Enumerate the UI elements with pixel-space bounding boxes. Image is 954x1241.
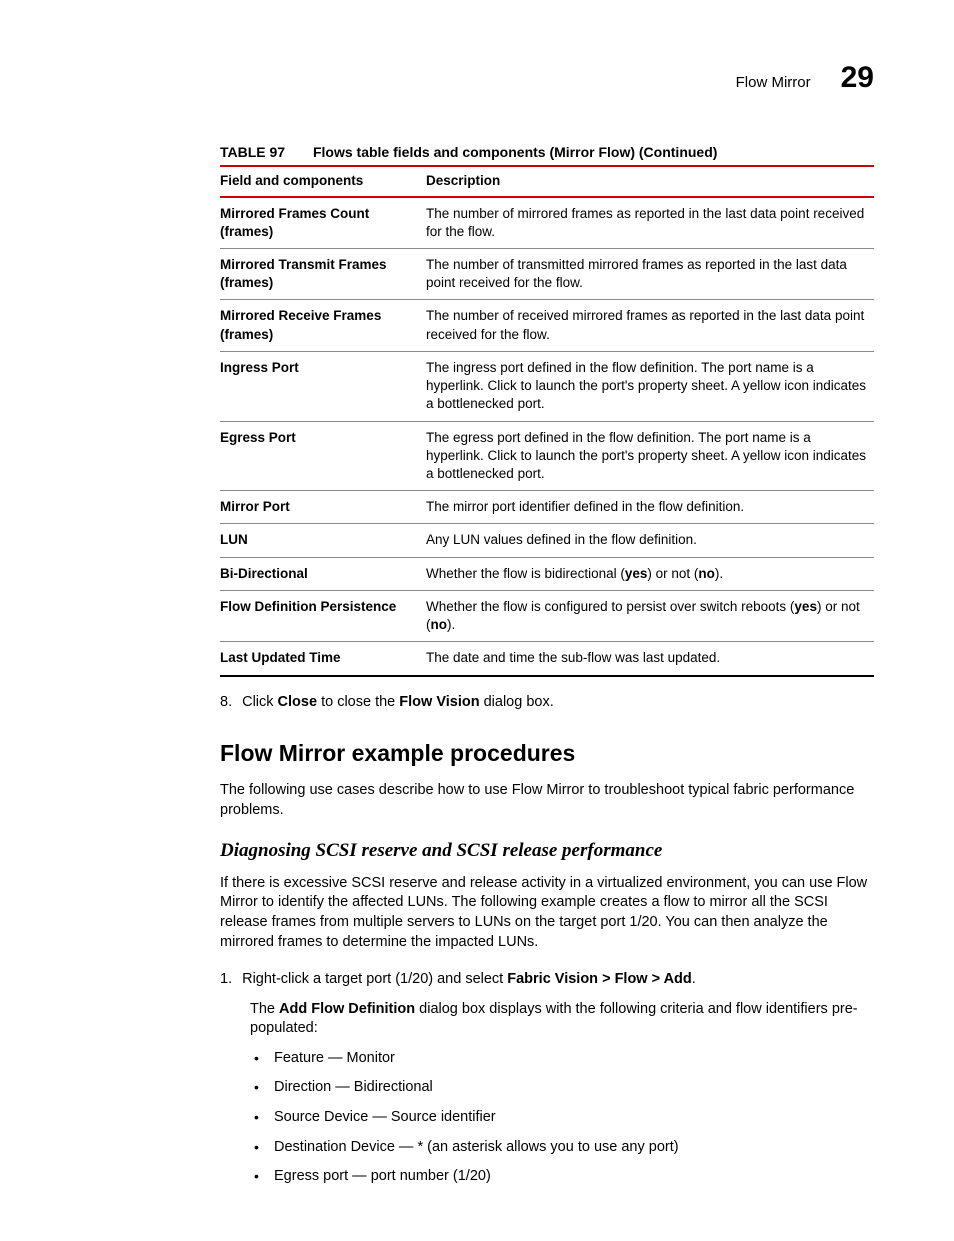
list-item: Direction — Bidirectional — [250, 1078, 874, 1098]
field-cell: Flow Definition Persistence — [220, 590, 426, 641]
field-cell: Last Updated Time — [220, 642, 426, 676]
table-row: LUN Any LUN values defined in the flow d… — [220, 524, 874, 557]
page-header: Flow Mirror 29 — [110, 58, 874, 99]
field-cell: Egress Port — [220, 421, 426, 491]
list-item: Destination Device — * (an asterisk allo… — [250, 1138, 874, 1158]
field-cell: Mirrored Receive Frames (frames) — [220, 300, 426, 351]
desc-cell: The number of mirrored frames as reporte… — [426, 197, 874, 249]
desc-cell: Whether the flow is configured to persis… — [426, 590, 874, 641]
field-cell: LUN — [220, 524, 426, 557]
intro-paragraph: The following use cases describe how to … — [220, 781, 874, 820]
step-8: 8. Click Close to close the Flow Vision … — [220, 693, 874, 713]
field-cell: Mirrored Transmit Frames (frames) — [220, 249, 426, 300]
list-item: Egress port — port number (1/20) — [250, 1167, 874, 1187]
list-item: Source Device — Source identifier — [250, 1108, 874, 1128]
table-row: Mirror Port The mirror port identifier d… — [220, 491, 874, 524]
desc-cell: Any LUN values defined in the flow defin… — [426, 524, 874, 557]
field-cell: Mirrored Frames Count (frames) — [220, 197, 426, 249]
table-row: Mirrored Receive Frames (frames) The num… — [220, 300, 874, 351]
desc-cell: The ingress port defined in the flow def… — [426, 351, 874, 421]
table-row: Egress Port The egress port defined in t… — [220, 421, 874, 491]
table-row: Last Updated Time The date and time the … — [220, 642, 874, 676]
table-97: TABLE 97 Flows table fields and componen… — [220, 143, 874, 677]
step-text: Right-click a target port (1/20) and sel… — [242, 970, 696, 990]
step-text: Click Close to close the Flow Vision dia… — [242, 693, 554, 713]
desc-cell: The egress port defined in the flow defi… — [426, 421, 874, 491]
step-1-body: The Add Flow Definition dialog box displ… — [250, 1000, 874, 1039]
table-row: Ingress Port The ingress port defined in… — [220, 351, 874, 421]
col-field: Field and components — [220, 166, 426, 196]
field-cell: Bi-Directional — [220, 557, 426, 590]
table-row: Mirrored Transmit Frames (frames) The nu… — [220, 249, 874, 300]
desc-cell: Whether the flow is bidirectional (yes) … — [426, 557, 874, 590]
desc-cell: The number of received mirrored frames a… — [426, 300, 874, 351]
table-row: Flow Definition Persistence Whether the … — [220, 590, 874, 641]
table-row: Mirrored Frames Count (frames) The numbe… — [220, 197, 874, 249]
heading-diagnosing-scsi: Diagnosing SCSI reserve and SCSI release… — [220, 838, 874, 864]
header-section-name: Flow Mirror — [736, 73, 811, 93]
table-title: Flows table fields and components (Mirro… — [313, 144, 717, 160]
heading-flow-mirror-examples: Flow Mirror example procedures — [220, 738, 874, 769]
col-description: Description — [426, 166, 874, 196]
header-chapter-number: 29 — [841, 58, 874, 99]
desc-cell: The number of transmitted mirrored frame… — [426, 249, 874, 300]
list-item: Feature — Monitor — [250, 1049, 874, 1069]
desc-cell: The date and time the sub-flow was last … — [426, 642, 874, 676]
table-row: Bi-Directional Whether the flow is bidir… — [220, 557, 874, 590]
field-cell: Mirror Port — [220, 491, 426, 524]
scsi-paragraph: If there is excessive SCSI reserve and r… — [220, 874, 874, 952]
field-cell: Ingress Port — [220, 351, 426, 421]
flows-table: Field and components Description Mirrore… — [220, 165, 874, 676]
step-1: 1. Right-click a target port (1/20) and … — [220, 970, 874, 990]
criteria-list: Feature — Monitor Direction — Bidirectio… — [250, 1049, 874, 1187]
table-label: TABLE 97 — [220, 144, 285, 160]
step-number: 8. — [220, 693, 232, 713]
step-number: 1. — [220, 970, 232, 990]
table-caption: TABLE 97 Flows table fields and componen… — [220, 143, 874, 162]
desc-cell: The mirror port identifier defined in th… — [426, 491, 874, 524]
